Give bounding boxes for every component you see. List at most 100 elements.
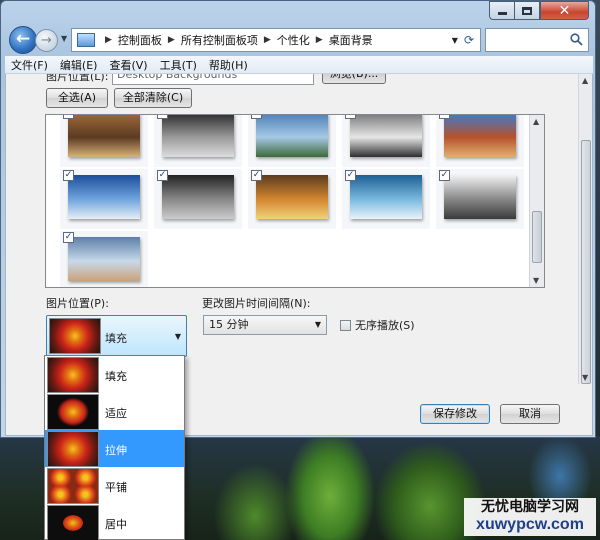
- picture-position-select[interactable]: 填充 ▼: [46, 315, 187, 357]
- wallpaper-thumbnail[interactable]: ✓: [60, 231, 148, 287]
- picture-location-select[interactable]: Desktop Backgrounds: [112, 74, 314, 85]
- thumbnail-checkbox[interactable]: ✓: [157, 115, 168, 119]
- search-icon[interactable]: [570, 33, 583, 46]
- search-input[interactable]: [485, 28, 589, 52]
- breadcrumb-item[interactable]: 所有控制面板项: [181, 32, 258, 48]
- wallpaper-thumbnail[interactable]: ✓: [154, 115, 242, 167]
- thumbnail-checkbox[interactable]: ✓: [63, 170, 74, 181]
- wallpaper-thumbnail[interactable]: ✓: [436, 169, 524, 229]
- wallpaper-image: [256, 115, 328, 157]
- wallpaper-thumbnail[interactable]: ✓: [342, 169, 430, 229]
- flower-icon: [47, 468, 99, 504]
- breadcrumb-separator[interactable]: ▶: [168, 35, 175, 45]
- breadcrumb-separator: ▶: [105, 35, 112, 45]
- control-panel-icon: [77, 33, 95, 47]
- title-bar: ✕: [1, 1, 595, 23]
- position-option[interactable]: 居中: [45, 504, 184, 540]
- thumbnail-checkbox[interactable]: ✓: [63, 232, 74, 243]
- wallpaper-image: [350, 175, 422, 219]
- wallpaper-thumbnail[interactable]: ✓: [60, 115, 148, 167]
- recent-pages-dropdown-icon[interactable]: ▼: [61, 34, 67, 43]
- position-option[interactable]: 填充: [45, 356, 184, 393]
- thumbnail-checkbox[interactable]: ✓: [251, 115, 262, 119]
- menu-help[interactable]: 帮助(H): [203, 57, 254, 73]
- address-history-dropdown-icon[interactable]: ▼: [452, 36, 458, 45]
- position-option-label: 平铺: [105, 481, 127, 494]
- breadcrumb-separator[interactable]: ▶: [264, 35, 271, 45]
- picture-position-dropdown-list: 填充适应 拉伸平铺居中: [44, 355, 185, 540]
- maximize-icon: [522, 6, 532, 15]
- interval-label: 更改图片时间间隔(N):: [202, 297, 311, 310]
- picture-location-label: 图片位置(L):: [46, 74, 109, 83]
- breadcrumb-separator[interactable]: ▶: [316, 35, 323, 45]
- thumbnail-checkbox[interactable]: ✓: [439, 170, 450, 181]
- wallpaper-image: [444, 115, 516, 157]
- window-scrollbar[interactable]: ▲ ▼: [578, 74, 592, 384]
- close-icon: ✕: [558, 2, 571, 19]
- dropdown-arrow-icon: ▼: [174, 332, 181, 341]
- thumbnail-checkbox[interactable]: ✓: [345, 115, 356, 119]
- shuffle-checkbox[interactable]: 无序播放(S): [340, 317, 415, 333]
- interval-select[interactable]: 15 分钟 ▼: [203, 315, 327, 335]
- flower-icon: [47, 431, 99, 467]
- wallpaper-image: [350, 115, 422, 157]
- wallpaper-thumbnail[interactable]: ✓: [248, 169, 336, 229]
- thumbnail-checkbox[interactable]: ✓: [63, 115, 74, 119]
- wallpaper-gallery: ✓ ✓ ✓ ✓ ✓ ✓ ✓ ✓ ✓ ✓ ✓ ▲ ▼: [45, 114, 545, 288]
- watermark-title: 无忧电脑学习网: [481, 499, 579, 515]
- wallpaper-thumbnail[interactable]: ✓: [60, 169, 148, 229]
- menu-tools[interactable]: 工具(T): [154, 57, 203, 73]
- maximize-button[interactable]: [514, 1, 540, 20]
- scroll-down-icon[interactable]: ▼: [533, 276, 539, 285]
- browse-button[interactable]: 浏览(B)...: [322, 74, 386, 84]
- position-option[interactable]: 适应: [45, 393, 184, 430]
- thumbnail-checkbox[interactable]: ✓: [251, 170, 262, 181]
- address-bar[interactable]: ▶ 控制面板 ▶ 所有控制面板项 ▶ 个性化 ▶ 桌面背景 ▼ ⟳: [71, 28, 481, 52]
- clear-all-button[interactable]: 全部清除(C): [114, 88, 192, 108]
- close-button[interactable]: ✕: [540, 1, 589, 20]
- position-option[interactable]: 平铺: [45, 467, 184, 504]
- back-arrow-icon[interactable]: ←: [9, 26, 37, 54]
- thumbnail-checkbox[interactable]: ✓: [345, 170, 356, 181]
- forward-arrow-icon[interactable]: →: [35, 29, 58, 52]
- scroll-down-icon[interactable]: ▼: [582, 373, 588, 382]
- picture-position-label: 图片位置(P):: [46, 297, 109, 310]
- position-option-label: 填充: [105, 370, 127, 383]
- menu-view[interactable]: 查看(V): [103, 57, 153, 73]
- wallpaper-image: [162, 175, 234, 219]
- breadcrumb-item[interactable]: 桌面背景: [329, 32, 373, 48]
- menu-file[interactable]: 文件(F): [5, 57, 54, 73]
- scroll-up-icon[interactable]: ▲: [533, 117, 539, 126]
- checkbox-box[interactable]: [340, 319, 351, 331]
- wallpaper-thumbnail[interactable]: ✓: [342, 115, 430, 167]
- gallery-scrollbar[interactable]: ▲ ▼: [529, 115, 544, 287]
- minimize-button[interactable]: [489, 1, 515, 20]
- flower-icon: [49, 318, 101, 354]
- wallpaper-image: [444, 175, 516, 219]
- address-controls: ▼ ⟳: [452, 33, 480, 47]
- wallpaper-image: [68, 237, 140, 281]
- wallpaper-image: [256, 175, 328, 219]
- save-changes-button[interactable]: 保存修改: [420, 404, 490, 424]
- thumbnail-checkbox[interactable]: ✓: [157, 170, 168, 181]
- breadcrumb-item[interactable]: 控制面板: [118, 32, 162, 48]
- picture-position-value: 填充: [105, 332, 127, 345]
- breadcrumb-item[interactable]: 个性化: [277, 32, 310, 48]
- thumbnail-checkbox[interactable]: ✓: [439, 115, 450, 119]
- wallpaper-thumbnail[interactable]: ✓: [436, 115, 524, 167]
- minimize-icon: [498, 12, 507, 15]
- interval-value: 15 分钟: [209, 318, 249, 331]
- wallpaper-thumbnail[interactable]: ✓: [248, 115, 336, 167]
- wallpaper-image: [162, 115, 234, 157]
- wallpaper-thumbnail[interactable]: ✓: [154, 169, 242, 229]
- position-option[interactable]: 拉伸: [45, 430, 184, 467]
- menu-edit[interactable]: 编辑(E): [54, 57, 104, 73]
- cancel-button[interactable]: 取消: [500, 404, 560, 424]
- scroll-up-icon[interactable]: ▲: [582, 76, 588, 85]
- window-scroll-thumb[interactable]: [581, 140, 591, 384]
- select-all-button[interactable]: 全选(A): [46, 88, 108, 108]
- menu-bar: 文件(F) 编辑(E) 查看(V) 工具(T) 帮助(H): [5, 56, 593, 74]
- refresh-icon[interactable]: ⟳: [464, 33, 474, 47]
- wallpaper-image: [68, 175, 140, 219]
- gallery-scroll-thumb[interactable]: [532, 211, 542, 263]
